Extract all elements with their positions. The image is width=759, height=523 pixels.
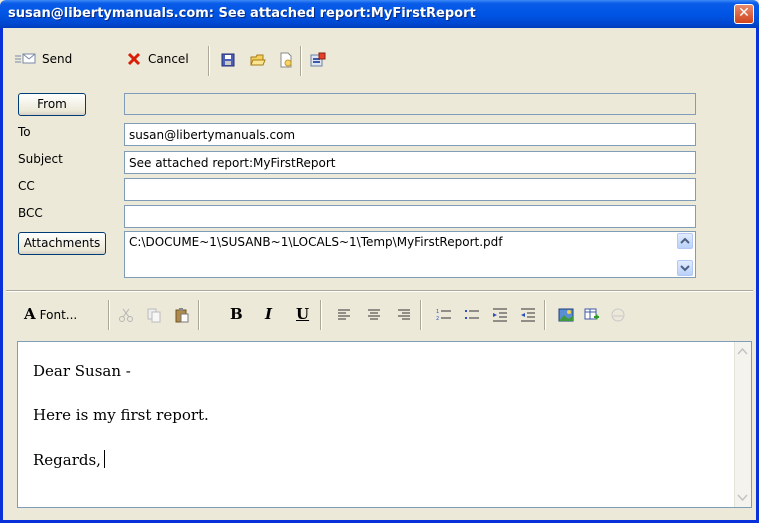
attachments-scroll-up[interactable] — [677, 233, 693, 249]
cut-icon[interactable] — [118, 307, 134, 323]
body-line-signoff: Regards, — [33, 450, 105, 469]
bcc-label: BCC — [18, 206, 43, 220]
toolbar-separator — [544, 300, 546, 330]
cc-label: CC — [18, 179, 35, 193]
attachments-field[interactable]: C:\DOCUME~1\SUSANB~1\LOCALS~1\Temp\MyFir… — [124, 231, 696, 278]
open-folder-icon[interactable] — [250, 52, 266, 68]
to-label: To — [18, 125, 31, 139]
italic-button[interactable]: I — [265, 305, 272, 323]
insert-table-icon[interactable] — [584, 307, 600, 323]
svg-text:1: 1 — [436, 309, 439, 315]
paste-icon[interactable] — [174, 307, 190, 323]
cc-field[interactable] — [124, 178, 696, 201]
cancel-button[interactable]: Cancel — [126, 48, 189, 70]
attachments-button-label: Attachments — [23, 236, 101, 250]
send-label: Send — [42, 52, 73, 66]
font-button[interactable]: A Font... — [24, 305, 77, 323]
send-icon — [15, 53, 36, 64]
body-scrollbar[interactable] — [734, 342, 751, 507]
bcc-field[interactable] — [124, 205, 696, 228]
cancel-x-icon — [127, 52, 141, 66]
scroll-down-icon[interactable] — [735, 490, 750, 505]
properties-icon[interactable] — [310, 52, 326, 68]
body-line-message: Here is my first report. — [33, 406, 209, 424]
underline-button[interactable]: U — [296, 305, 309, 323]
message-body[interactable]: Dear Susan - Here is my first report. Re… — [17, 341, 752, 508]
subject-label: Subject — [18, 152, 63, 166]
align-center-icon[interactable] — [366, 307, 382, 323]
send-button[interactable]: Send — [14, 48, 72, 70]
from-field — [124, 93, 696, 115]
body-line-greeting: Dear Susan - — [33, 362, 131, 380]
close-icon: ✕ — [738, 5, 750, 21]
chevron-down-icon — [680, 265, 690, 272]
toolbar-separator — [420, 300, 422, 330]
from-button[interactable]: From — [18, 93, 86, 116]
text-caret — [103, 450, 105, 468]
numbered-list-icon[interactable]: 1 2 — [436, 307, 452, 323]
toolbar-separator — [320, 300, 322, 330]
attachments-button[interactable]: Attachments — [18, 232, 106, 255]
attachment-path: C:\DOCUME~1\SUSANB~1\LOCALS~1\Temp\MyFir… — [129, 235, 503, 249]
subject-field[interactable]: See attached report:MyFirstReport — [124, 151, 696, 174]
toolbar-separator — [198, 300, 200, 330]
toolbar-separator — [300, 46, 302, 76]
copy-icon[interactable] — [146, 307, 162, 323]
chevron-up-icon — [680, 237, 690, 244]
new-document-icon[interactable] — [278, 52, 294, 68]
font-icon: A — [24, 305, 36, 323]
insert-image-icon[interactable] — [558, 307, 574, 323]
attachments-scroll-down[interactable] — [677, 260, 693, 276]
svg-text:2: 2 — [436, 316, 439, 322]
font-button-label: Font... — [39, 308, 78, 322]
link-icon[interactable] — [610, 307, 626, 323]
align-left-icon[interactable] — [336, 307, 352, 323]
indent-icon[interactable] — [492, 307, 508, 323]
close-button[interactable]: ✕ — [734, 4, 754, 24]
scroll-up-icon[interactable] — [735, 344, 750, 359]
outdent-icon[interactable] — [520, 307, 536, 323]
bold-button[interactable]: B — [230, 305, 243, 323]
toolbar-separator — [208, 46, 210, 76]
cancel-label: Cancel — [148, 52, 189, 66]
toolbar-separator — [108, 300, 110, 330]
title-bar: susan@libertymanuals.com: See attached r… — [0, 0, 759, 28]
save-icon[interactable] — [220, 52, 236, 68]
window-title: susan@libertymanuals.com: See attached r… — [8, 6, 476, 21]
signoff-text: Regards, — [33, 451, 101, 469]
section-divider — [6, 290, 753, 292]
align-right-icon[interactable] — [396, 307, 412, 323]
bullet-list-icon[interactable] — [464, 307, 480, 323]
from-button-label: From — [37, 97, 67, 111]
to-field[interactable]: susan@libertymanuals.com — [124, 123, 696, 146]
